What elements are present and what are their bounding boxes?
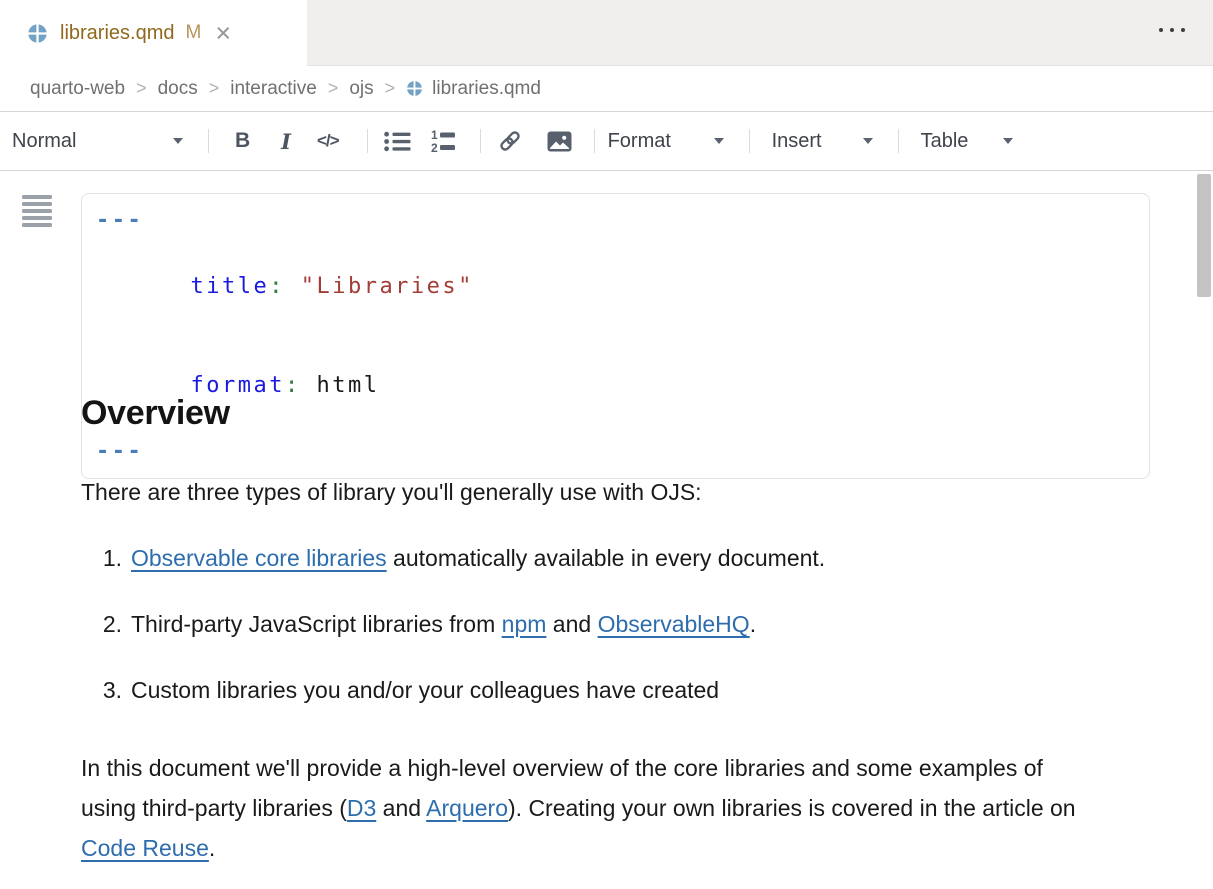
link-button[interactable]: [498, 129, 522, 153]
list-item-text: Custom libraries you and/or your colleag…: [131, 677, 719, 703]
bullet-list-icon: [384, 131, 411, 152]
bold-button[interactable]: B: [235, 129, 250, 153]
breadcrumb: quarto-web > docs > interactive > ojs > …: [0, 66, 1213, 112]
paragraph-text: .: [209, 835, 215, 861]
yaml-colon: :: [269, 274, 285, 299]
toolbar-divider: [898, 129, 899, 153]
yaml-front-matter-block[interactable]: --- title: "Libraries" format: html ---: [81, 193, 1150, 479]
link-arquero[interactable]: Arquero: [426, 795, 508, 821]
numbered-list-button[interactable]: 1 2: [431, 130, 458, 153]
tab-bar: libraries.qmd M ×: [0, 0, 1213, 66]
page-title: Overview: [81, 394, 230, 433]
insert-menu-label: Insert: [772, 130, 822, 153]
list-item-text: .: [750, 611, 756, 637]
toolbar-divider: [367, 129, 368, 153]
yaml-value-title: "Libraries": [285, 274, 474, 299]
link-code-reuse[interactable]: Code Reuse: [81, 835, 209, 861]
italic-button[interactable]: I: [281, 129, 291, 154]
quarto-icon: [27, 23, 48, 44]
chevron-right-icon: >: [209, 78, 220, 99]
chevron-down-icon: [1003, 138, 1013, 144]
outro-paragraph: In this document we'll provide a high-le…: [81, 748, 1093, 868]
table-menu[interactable]: Table: [921, 130, 1013, 153]
link-observable-core-libraries[interactable]: Observable core libraries: [131, 545, 387, 571]
drag-handle-icon[interactable]: [22, 195, 52, 230]
format-menu-label: Format: [608, 130, 671, 153]
breadcrumb-filename: libraries.qmd: [432, 78, 541, 100]
toolbar-divider: [594, 129, 595, 153]
list-item: 2. Third-party JavaScript libraries from…: [81, 611, 825, 637]
format-menu[interactable]: Format: [608, 130, 724, 153]
paragraph-style-dropdown[interactable]: Normal: [12, 130, 183, 153]
chevron-down-icon: [173, 138, 183, 144]
list-item: 3. Custom libraries you and/or your coll…: [81, 677, 825, 703]
vertical-scrollbar-thumb[interactable]: [1197, 174, 1211, 297]
svg-text:2: 2: [431, 141, 438, 153]
paragraph-text: ). Creating your own libraries is covere…: [508, 795, 1076, 821]
breadcrumb-item-interactive[interactable]: interactive: [230, 78, 317, 100]
chevron-right-icon: >: [328, 78, 339, 99]
chevron-right-icon: >: [136, 78, 147, 99]
breadcrumb-item-quarto-web[interactable]: quarto-web: [30, 78, 125, 100]
modified-badge: M: [185, 22, 201, 44]
bullet-list-button[interactable]: [384, 131, 411, 152]
list-item-number: 2.: [81, 611, 122, 637]
toolbar-divider: [208, 129, 209, 153]
numbered-list-icon: 1 2: [431, 130, 458, 153]
paragraph-style-value: Normal: [12, 130, 76, 153]
toolbar-divider: [480, 129, 481, 153]
table-menu-label: Table: [921, 130, 969, 153]
chevron-down-icon: [714, 138, 724, 144]
formatting-toolbar: Normal B I </> 1 2: [0, 112, 1213, 171]
intro-paragraph: There are three types of library you'll …: [81, 479, 702, 506]
yaml-key-title: title: [190, 274, 269, 299]
list-item: 1. Observable core libraries automatical…: [81, 545, 825, 571]
paragraph-text: and: [376, 795, 426, 821]
link-npm[interactable]: npm: [502, 611, 547, 637]
chevron-right-icon: >: [385, 78, 396, 99]
breadcrumb-item-docs[interactable]: docs: [158, 78, 198, 100]
code-button[interactable]: </>: [317, 131, 339, 151]
quarto-icon: [406, 80, 423, 97]
numbered-list: 1. Observable core libraries automatical…: [81, 545, 825, 743]
list-item-number: 1.: [81, 545, 122, 571]
yaml-delimiter: ---: [96, 439, 143, 464]
tab-filename: libraries.qmd: [60, 22, 174, 45]
list-item-text: and: [546, 611, 597, 637]
chevron-down-icon: [863, 138, 873, 144]
toolbar-divider: [749, 129, 750, 153]
list-item-number: 3.: [81, 677, 122, 703]
link-d3[interactable]: D3: [347, 795, 376, 821]
tab-libraries-qmd[interactable]: libraries.qmd M ×: [0, 0, 307, 66]
ellipsis-icon[interactable]: [1159, 28, 1185, 32]
image-icon: [547, 131, 572, 152]
visual-editor-window: libraries.qmd M × quarto-web > docs > in…: [0, 0, 1213, 889]
insert-menu[interactable]: Insert: [772, 130, 873, 153]
yaml-value-format: html: [301, 373, 380, 398]
yaml-delimiter: ---: [96, 208, 143, 233]
close-icon[interactable]: ×: [215, 21, 231, 45]
link-icon: [498, 129, 522, 153]
yaml-colon: :: [285, 373, 301, 398]
link-observablehq[interactable]: ObservableHQ: [598, 611, 750, 637]
breadcrumb-item-file[interactable]: libraries.qmd: [406, 78, 541, 100]
list-item-text: Third-party JavaScript libraries from: [131, 611, 502, 637]
list-item-text: automatically available in every documen…: [387, 545, 826, 571]
breadcrumb-item-ojs[interactable]: ojs: [349, 78, 373, 100]
image-button[interactable]: [547, 131, 572, 152]
